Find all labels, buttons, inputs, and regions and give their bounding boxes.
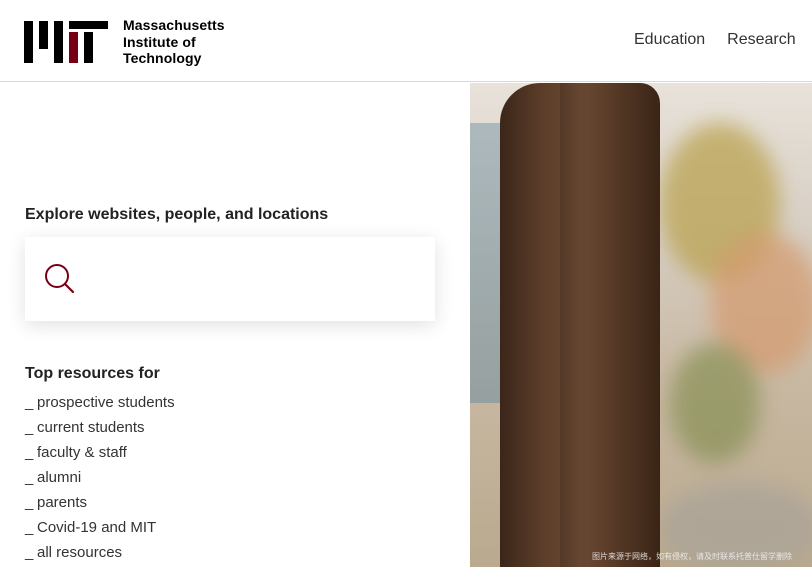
resource-link-all-resources[interactable]: all resources [37,544,122,561]
mit-logo-text[interactable]: Massachusetts Institute of Technology [123,17,225,67]
resource-item[interactable]: _ all resources [25,544,175,569]
search-box[interactable] [25,237,435,321]
nav-education[interactable]: Education [634,31,705,49]
hero-photo [470,83,812,567]
dash-bullet: _ [25,469,34,486]
mit-logo-mark [24,18,108,64]
photo-watermark: 图片来源于网络，如有侵权，请及时联系托普仕留学删除 [592,552,792,561]
site-header: Massachusetts Institute of Technology Ed… [0,0,812,82]
main-nav: Education Research [634,31,812,49]
search-input[interactable] [91,257,425,303]
search-label: Explore websites, people, and locations [25,206,329,223]
search-icon[interactable] [44,263,76,295]
nav-research[interactable]: Research [727,31,795,49]
dash-bullet: _ [25,544,34,561]
resource-item[interactable]: _ alumni [25,469,175,494]
resource-link-alumni[interactable]: alumni [37,469,81,486]
top-resources-title: Top resources for [25,365,160,382]
resource-item[interactable]: _ Covid-19 and MIT [25,519,175,544]
resource-link-prospective-students[interactable]: prospective students [37,394,175,411]
logo-line-1: Massachusetts [123,17,225,33]
resource-link-faculty-staff[interactable]: faculty & staff [37,444,127,461]
resource-link-current-students[interactable]: current students [37,419,145,436]
dash-bullet: _ [25,444,34,461]
resource-item[interactable]: _ current students [25,419,175,444]
resource-link-parents[interactable]: parents [37,494,87,511]
dash-bullet: _ [25,394,34,411]
resource-item[interactable]: _ faculty & staff [25,444,175,469]
mit-logo[interactable] [24,18,108,64]
resource-link-covid-19[interactable]: Covid-19 and MIT [37,519,156,536]
dash-bullet: _ [25,519,34,536]
resource-item[interactable]: _ prospective students [25,394,175,419]
resource-item[interactable]: _ parents [25,494,175,519]
dash-bullet: _ [25,419,34,436]
resources-list: _ prospective students _ current students … [25,394,175,569]
logo-line-2: Institute of [123,33,196,50]
logo-line-3: Technology [123,50,202,66]
dash-bullet: _ [25,494,34,511]
